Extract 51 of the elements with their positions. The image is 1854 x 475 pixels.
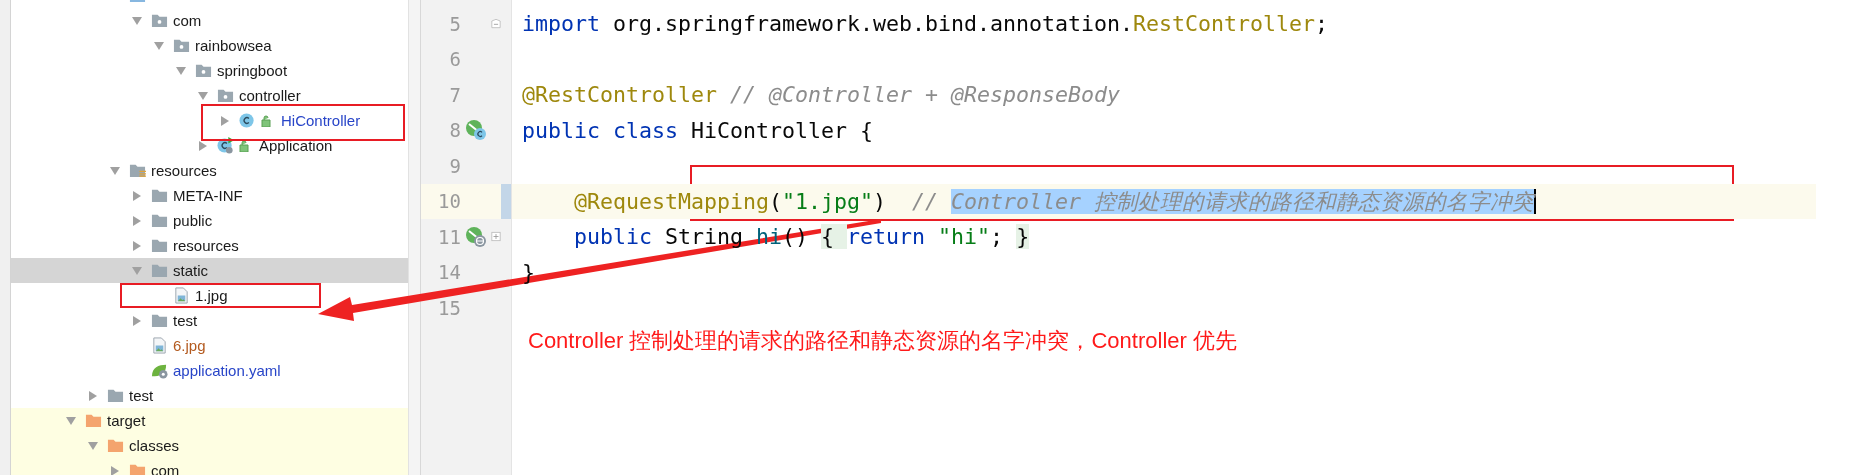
tree-row[interactable]: application.yaml xyxy=(11,358,285,383)
tree-item-label: 6.jpg xyxy=(173,335,206,356)
tree-row[interactable]: com xyxy=(11,458,408,475)
tree-row[interactable]: public xyxy=(11,208,217,233)
tree-row[interactable]: com xyxy=(11,8,206,33)
tree-item-label: springboot xyxy=(217,60,288,81)
line-number: 9 xyxy=(448,154,461,177)
tree-item-label: application.yaml xyxy=(173,360,281,381)
tree-item-label: public xyxy=(173,210,213,231)
annotation-text: Controller 控制处理的请求的路径和静态资源的名字冲突，Controller 优先 xyxy=(528,327,1237,355)
tree-item-label: test xyxy=(129,385,154,406)
line-number: 6 xyxy=(448,48,461,71)
tree-item-label: classes xyxy=(129,435,180,456)
tree-row[interactable]: controller xyxy=(11,83,305,108)
tree-item-label: com xyxy=(151,460,180,475)
tree-row[interactable]: test xyxy=(11,308,202,333)
code-line: @RestController // @Controller + @ResponseBody xyxy=(521,81,1122,109)
tree-row[interactable]: classes xyxy=(11,433,408,458)
line-number: 14 xyxy=(437,261,461,284)
tree-row[interactable]: static xyxy=(11,258,408,283)
tree-item-label: target xyxy=(107,410,146,431)
tree-row[interactable]: resources xyxy=(11,158,221,183)
tree-row[interactable]: META-INF xyxy=(11,183,247,208)
line-number: 10 xyxy=(437,190,461,213)
tree-item-label: controller xyxy=(239,85,301,106)
tree-row[interactable]: Application xyxy=(11,133,337,158)
line-number: 11 xyxy=(437,225,461,248)
code-line: import org.springframework.web.bind.annotation.RestController; xyxy=(521,10,1330,38)
tree-item-label: 1.jpg xyxy=(195,285,228,306)
line-number: 7 xyxy=(448,83,461,106)
tree-item-label: static xyxy=(173,260,208,281)
tree-row[interactable]: 1.jpg xyxy=(11,283,232,308)
tree-row[interactable]: 6.jpg xyxy=(11,333,210,358)
tree-item-label: resources xyxy=(173,235,239,256)
tree-row[interactable]: springboot xyxy=(11,58,292,83)
tree-row[interactable]: target xyxy=(11,408,408,433)
code-line: public class HiController { xyxy=(521,116,875,145)
tree-row[interactable]: resources xyxy=(11,233,243,258)
tree-row[interactable]: rainbowsea xyxy=(11,33,276,58)
tree-item-label: test xyxy=(173,310,198,331)
tree-item-label: com xyxy=(173,10,202,31)
tree-item-label: Application xyxy=(259,135,333,156)
line-number: 15 xyxy=(437,296,461,319)
tree-item-label: META-INF xyxy=(173,185,243,206)
tree-item-label: rainbowsea xyxy=(195,35,272,56)
tree-item-label: HiController xyxy=(281,110,361,131)
tree-item-label: resources xyxy=(151,160,217,181)
tree-row[interactable]: test xyxy=(11,383,158,408)
line-number: 8 xyxy=(448,119,461,142)
line-number: 5 xyxy=(448,12,461,35)
tree-row[interactable]: HiController xyxy=(11,108,365,133)
